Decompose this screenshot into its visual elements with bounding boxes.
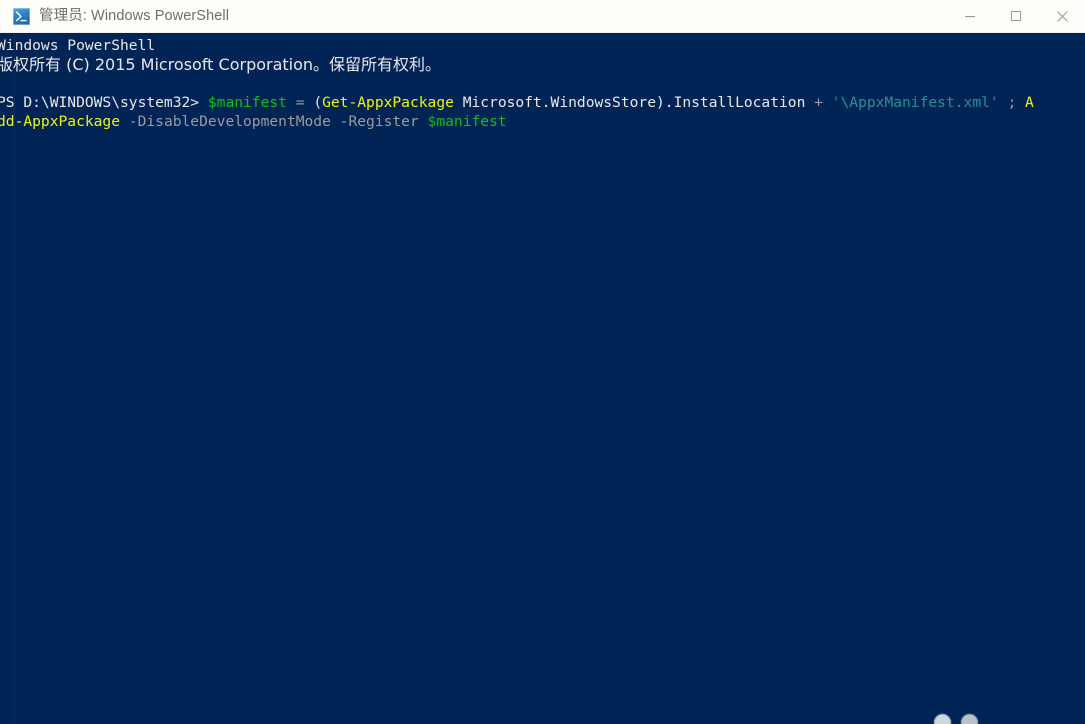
console-text-segment: .InstallLocation: [664, 94, 806, 111]
console-text-segment: Windows PowerShell: [0, 37, 156, 54]
console-line: Windows PowerShell: [0, 36, 1085, 55]
console-output[interactable]: Windows PowerShell 版权所有 (C) 2015 Microsof…: [0, 33, 1085, 724]
console-text-segment: PS D:\WINDOWS\system32>: [0, 94, 208, 111]
powershell-window: 管理员: Windows PowerShell Windows PowerShe…: [0, 0, 1085, 724]
minimize-button[interactable]: [947, 0, 993, 33]
console-text-segment: (: [313, 94, 323, 111]
close-button[interactable]: [1039, 0, 1085, 33]
console-text-segment: A: [1025, 94, 1034, 111]
console-text-segment: $manifest: [427, 113, 507, 130]
powershell-icon: [13, 7, 30, 25]
window-controls: [947, 0, 1085, 33]
console-text-segment: -DisableDevelopmentMode -Register: [120, 113, 428, 130]
console-line: [0, 74, 1085, 93]
console-text-segment: dd-AppxPackage: [0, 113, 121, 130]
console-text-segment: Get-AppxPackage: [322, 94, 454, 111]
title-bar-left: 管理员: Windows PowerShell: [0, 7, 947, 25]
window-title: 管理员: Windows PowerShell: [39, 7, 230, 24]
console-line: 版权所有 (C) 2015 Microsoft Corporation。保留所有…: [0, 55, 1085, 74]
console-line: dd-AppxPackage -DisableDevelopmentMode -…: [0, 112, 1085, 131]
console-text-segment: +: [805, 94, 832, 111]
maximize-button[interactable]: [993, 0, 1039, 33]
console-text-segment: Microsoft.WindowsStore): [453, 94, 665, 111]
title-bar[interactable]: 管理员: Windows PowerShell: [0, 0, 1085, 33]
console-line: PS D:\WINDOWS\system32> $manifest = (Get…: [0, 93, 1085, 112]
console-text-segment: [0, 75, 6, 92]
console-text-segment: $manifest: [207, 94, 287, 111]
console-text-segment: '\AppxManifest.xml': [831, 94, 999, 111]
console-text-segment: ;: [998, 94, 1026, 111]
console-text-segment: =: [286, 94, 314, 111]
console-text-segment: 版权所有 (C) 2015 Microsoft Corporation。保留所有…: [0, 55, 442, 74]
